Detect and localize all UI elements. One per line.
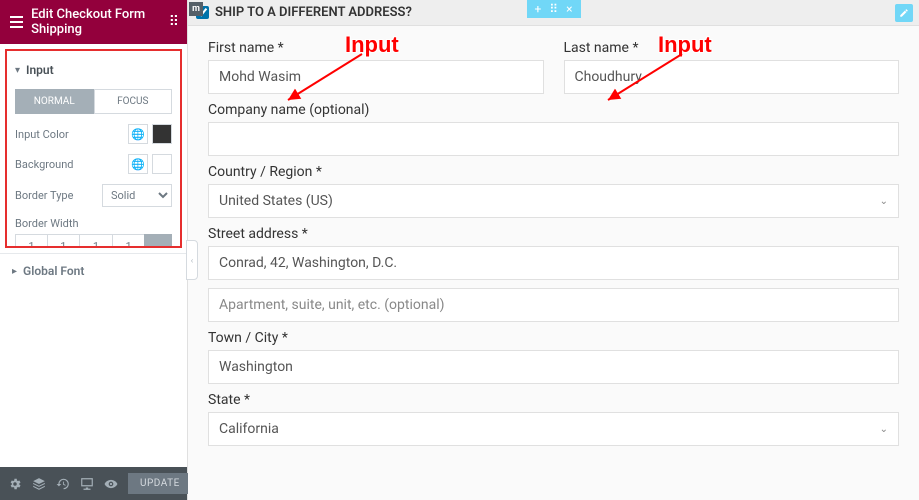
state-tabs: NORMAL FOCUS xyxy=(15,89,172,114)
country-value: United States (US) xyxy=(219,193,333,209)
sidebar-header: Edit Checkout Form Shipping ⠿ xyxy=(0,0,187,44)
section-input-label: Input xyxy=(26,63,172,77)
bw-right[interactable] xyxy=(48,236,79,248)
border-type-select[interactable]: Solid xyxy=(102,184,172,207)
edit-widget-button[interactable] xyxy=(895,4,913,22)
global-font-label: Global Font xyxy=(23,264,84,278)
sidebar-title: Edit Checkout Form Shipping xyxy=(31,7,169,37)
update-button[interactable]: UPDATE xyxy=(128,473,192,494)
input-color-label: Input Color xyxy=(15,128,128,141)
company-label: Company name (optional) xyxy=(208,102,899,118)
street-label: Street address * xyxy=(208,226,899,242)
chevron-down-icon: ⌄ xyxy=(880,424,888,435)
state-label: State * xyxy=(208,392,899,408)
section-header: SHIP TO A DIFFERENT ADDRESS? + ⠿ × xyxy=(188,0,919,26)
input-color-row: Input Color 🌐 xyxy=(15,124,172,144)
caret-right-icon: ▸ xyxy=(12,266,17,277)
street2-input[interactable] xyxy=(208,288,899,322)
editor-sidebar: Edit Checkout Form Shipping ⠿ ▾ Input NO… xyxy=(0,0,188,500)
globe-icon[interactable]: 🌐 xyxy=(128,154,148,174)
section-input-toggle[interactable]: ▾ Input xyxy=(15,57,172,83)
last-name-label: Last name * xyxy=(564,40,900,56)
responsive-icon[interactable] xyxy=(80,476,94,492)
country-select[interactable]: United States (US) ⌄ xyxy=(208,184,899,218)
link-values-button[interactable] xyxy=(144,234,172,248)
margin-badge: m xyxy=(189,2,203,16)
hamburger-icon[interactable] xyxy=(10,16,23,28)
add-icon[interactable]: + xyxy=(534,2,541,16)
street1-input[interactable] xyxy=(208,246,899,280)
section-title: SHIP TO A DIFFERENT ADDRESS? xyxy=(215,5,412,20)
collapse-sidebar-button[interactable]: ‹ xyxy=(186,240,198,280)
bw-top[interactable] xyxy=(16,236,47,248)
drag-icon[interactable]: ⠿ xyxy=(549,2,558,16)
globe-icon[interactable]: 🌐 xyxy=(128,124,148,144)
input-panel: ▾ Input NORMAL FOCUS Input Color 🌐 Backg… xyxy=(5,49,182,248)
bw-bottom[interactable] xyxy=(80,236,112,248)
background-label: Background xyxy=(15,158,128,171)
bw-left[interactable] xyxy=(113,236,144,248)
city-input[interactable] xyxy=(208,350,899,384)
tab-normal[interactable]: NORMAL xyxy=(15,89,94,114)
settings-icon[interactable] xyxy=(8,476,22,492)
close-icon[interactable]: × xyxy=(566,2,572,16)
border-type-label: Border Type xyxy=(15,189,102,202)
tab-focus[interactable]: FOCUS xyxy=(94,89,173,114)
last-name-input[interactable] xyxy=(564,60,900,94)
border-width-label: Border Width xyxy=(15,217,172,230)
history-icon[interactable] xyxy=(56,476,70,492)
state-select[interactable]: California ⌄ xyxy=(208,412,899,446)
shipping-form: First name * Last name * Company name (o… xyxy=(188,26,919,468)
section-handle[interactable]: + ⠿ × xyxy=(526,0,580,18)
company-input[interactable] xyxy=(208,122,899,156)
section-global-font[interactable]: ▸ Global Font xyxy=(0,253,187,288)
sidebar-footer: UPDATE ▴ xyxy=(0,467,187,500)
first-name-label: First name * xyxy=(208,40,544,56)
preview-icon[interactable] xyxy=(104,476,118,492)
border-type-row: Border Type Solid xyxy=(15,184,172,207)
input-color-swatch[interactable] xyxy=(152,124,172,144)
city-label: Town / City * xyxy=(208,330,899,346)
state-value: California xyxy=(219,421,279,437)
country-label: Country / Region * xyxy=(208,164,899,180)
layers-icon[interactable] xyxy=(32,476,46,492)
background-swatch[interactable] xyxy=(152,154,172,174)
first-name-input[interactable] xyxy=(208,60,544,94)
chevron-down-icon: ⌄ xyxy=(880,196,888,207)
canvas: SHIP TO A DIFFERENT ADDRESS? + ⠿ × First… xyxy=(188,0,919,500)
grip-icon[interactable]: ⠿ xyxy=(169,14,177,30)
border-width-group: Border Width TOP RIGHT BOTTOM LEFT xyxy=(15,217,172,248)
caret-down-icon: ▾ xyxy=(15,65,20,76)
background-row: Background 🌐 xyxy=(15,154,172,174)
